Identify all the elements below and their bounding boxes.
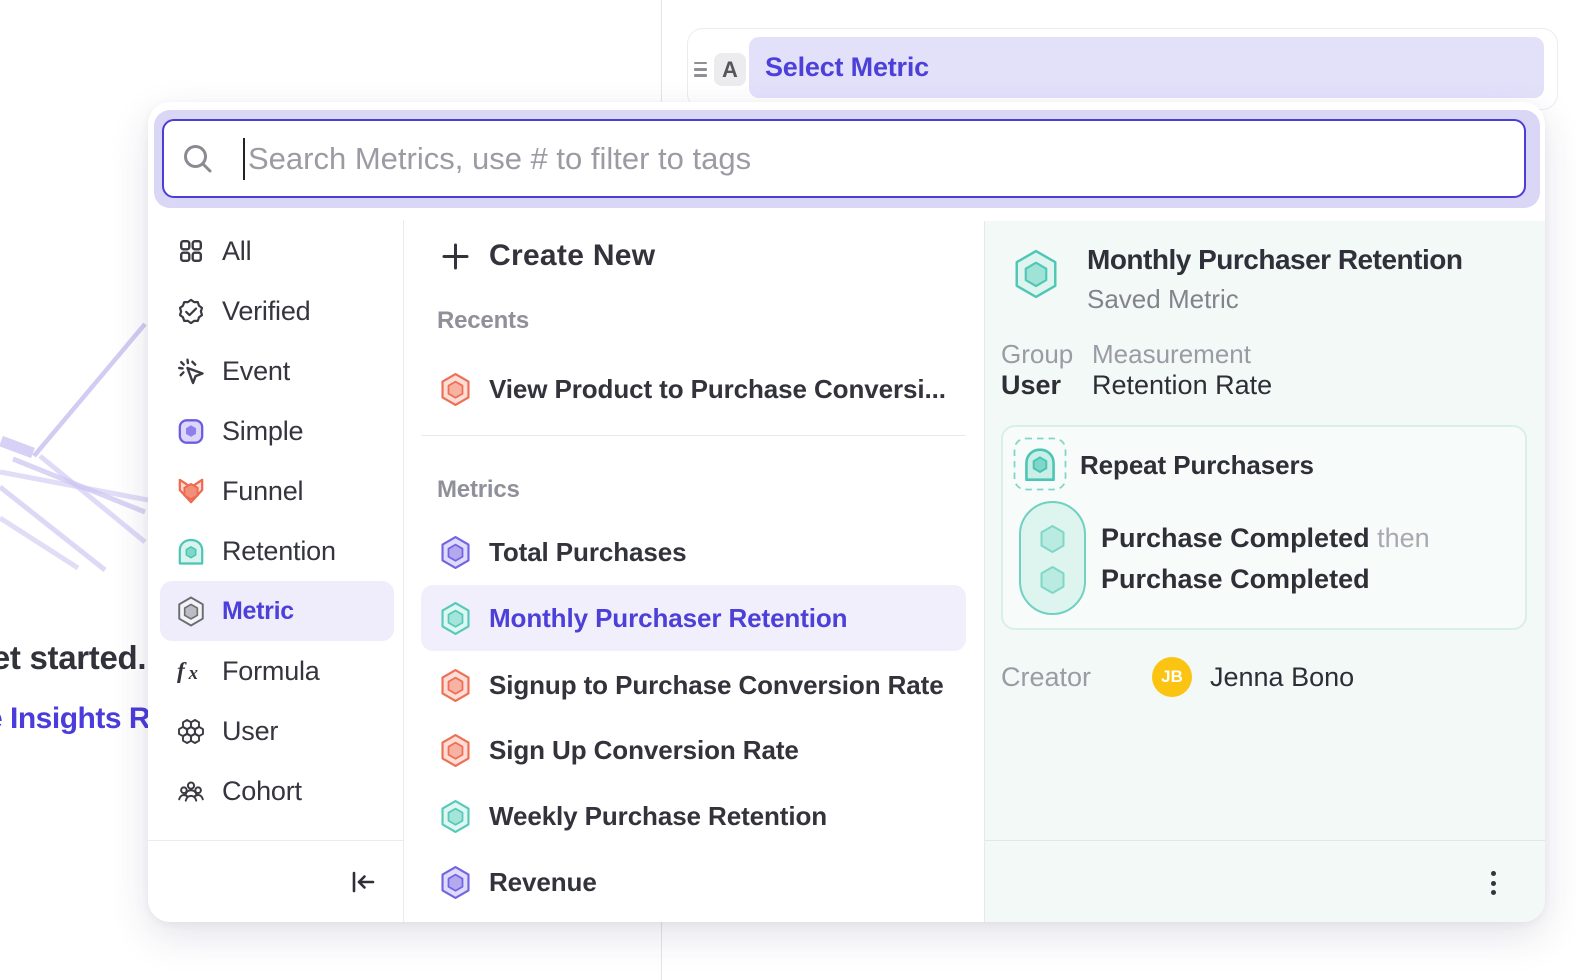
- svg-text:f: f: [177, 658, 187, 684]
- svg-text:x: x: [188, 663, 198, 684]
